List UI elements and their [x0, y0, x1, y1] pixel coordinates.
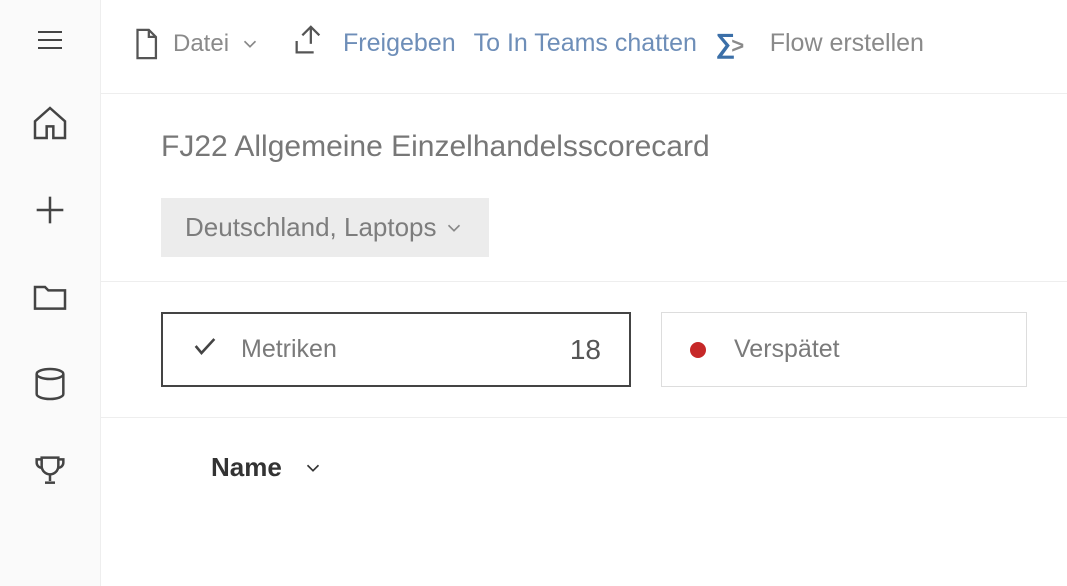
file-menu[interactable]: Datei: [129, 27, 261, 61]
file-icon: [129, 27, 163, 61]
share-button[interactable]: Freigeben: [343, 29, 456, 58]
database-icon[interactable]: [30, 364, 70, 409]
chevron-down-icon: [443, 217, 465, 239]
filter-label: Deutschland, Laptops: [185, 212, 437, 243]
metrics-count: 18: [570, 334, 601, 366]
nav-rail: [0, 0, 100, 586]
menu-icon[interactable]: [31, 24, 69, 61]
teams-chat-button[interactable]: To In Teams chatten: [474, 29, 697, 58]
home-icon[interactable]: [30, 103, 70, 148]
page-title: FJ22 Allgemeine Einzelhandelsscorecard: [161, 130, 1027, 164]
trophy-icon[interactable]: [30, 451, 70, 496]
metrics-label: Metriken: [241, 335, 337, 364]
late-label: Verspätet: [734, 335, 840, 364]
page-header: FJ22 Allgemeine Einzelhandelsscorecard D…: [101, 94, 1067, 282]
main-area: Datei Freigeben To In Teams chatten ∑˃ F…: [100, 0, 1067, 586]
sigma-icon[interactable]: ∑˃: [715, 28, 744, 60]
check-icon: [191, 332, 219, 367]
share-icon[interactable]: [291, 24, 325, 63]
chevron-down-icon: [239, 33, 261, 55]
create-flow-button[interactable]: Flow erstellen: [770, 29, 924, 58]
filter-dropdown[interactable]: Deutschland, Laptops: [161, 198, 489, 257]
column-name[interactable]: Name: [211, 452, 282, 483]
summary-cards: Metriken 18 Verspätet: [101, 282, 1067, 418]
add-icon[interactable]: [30, 190, 70, 235]
metrics-card[interactable]: Metriken 18: [161, 312, 631, 387]
toolbar: Datei Freigeben To In Teams chatten ∑˃ F…: [101, 0, 1067, 94]
late-card[interactable]: Verspätet: [661, 312, 1027, 387]
file-label: Datei: [173, 30, 229, 58]
folder-icon[interactable]: [30, 277, 70, 322]
chevron-down-icon[interactable]: [302, 457, 324, 479]
status-dot-icon: [690, 342, 706, 358]
table-header: Name: [101, 418, 1067, 493]
